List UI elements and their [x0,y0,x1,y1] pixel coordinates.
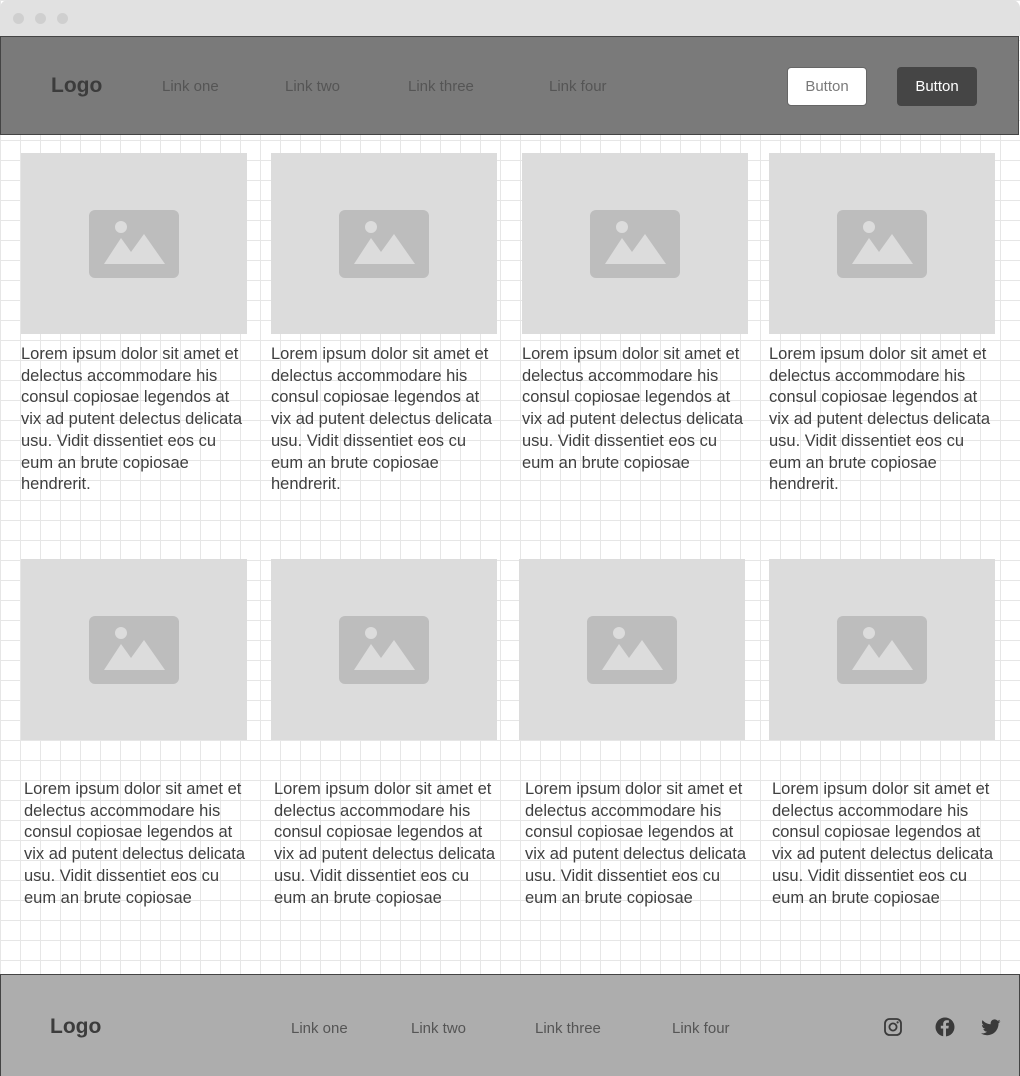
window-titlebar [0,0,1020,36]
image-placeholder-icon [837,209,927,278]
footer-link-two[interactable]: Link two [411,1020,466,1037]
card-text: Lorem ipsum dolor sit amet et delectus a… [271,345,493,494]
header-link-four[interactable]: Link four [549,78,607,95]
card[interactable]: Lorem ipsum dolor sit amet et delectus a… [271,153,497,496]
card-text: Lorem ipsum dolor sit amet et delectus a… [769,345,991,494]
card[interactable]: Lorem ipsum dolor sit amet et delectus a… [519,559,747,909]
card[interactable]: Lorem ipsum dolor sit amet et delectus a… [769,153,995,496]
card[interactable]: Lorem ipsum dolor sit amet et delectus a… [271,559,497,909]
window-minimize-dot[interactable] [35,13,46,24]
instagram-icon[interactable] [883,1017,903,1037]
header-link-three[interactable]: Link three [408,78,474,95]
card-image [769,559,995,740]
site-header: Logo Link one Link two Link three Link f… [0,36,1019,135]
card-text: Lorem ipsum dolor sit amet et delectus a… [21,345,243,494]
header-outline-button[interactable]: Button [787,67,867,106]
card-image [522,153,748,334]
card[interactable]: Lorem ipsum dolor sit amet et delectus a… [769,559,995,909]
facebook-icon[interactable] [935,1017,955,1037]
card-image [271,559,497,740]
card-image [519,559,745,740]
card-text: Lorem ipsum dolor sit amet et delectus a… [274,780,496,907]
header-logo[interactable]: Logo [51,74,102,98]
card-text: Lorem ipsum dolor sit amet et delectus a… [24,780,246,907]
image-placeholder-icon [590,209,680,278]
footer-logo[interactable]: Logo [50,1015,101,1039]
image-placeholder-icon [89,615,179,684]
footer-link-three[interactable]: Link three [535,1020,601,1037]
site-footer: Logo Link one Link two Link three Link f… [0,974,1020,1076]
image-placeholder-icon [339,209,429,278]
image-placeholder-icon [587,615,677,684]
card-image [769,153,995,334]
card-image [271,153,497,334]
header-link-one[interactable]: Link one [162,78,219,95]
image-placeholder-icon [837,615,927,684]
card[interactable]: Lorem ipsum dolor sit amet et delectus a… [21,153,247,496]
card-image [21,153,247,334]
footer-link-one[interactable]: Link one [291,1020,348,1037]
twitter-icon[interactable] [981,1017,1001,1037]
header-solid-button[interactable]: Button [897,67,977,106]
window-maximize-dot[interactable] [57,13,68,24]
image-placeholder-icon [339,615,429,684]
header-link-two[interactable]: Link two [285,78,340,95]
card[interactable]: Lorem ipsum dolor sit amet et delectus a… [522,153,748,474]
card[interactable]: Lorem ipsum dolor sit amet et delectus a… [21,559,247,909]
image-placeholder-icon [89,209,179,278]
card-text: Lorem ipsum dolor sit amet et delectus a… [525,780,747,907]
window-close-dot[interactable] [13,13,24,24]
card-text: Lorem ipsum dolor sit amet et delectus a… [772,780,994,907]
card-image [21,559,247,740]
card-text: Lorem ipsum dolor sit amet et delectus a… [522,345,744,472]
footer-link-four[interactable]: Link four [672,1020,730,1037]
